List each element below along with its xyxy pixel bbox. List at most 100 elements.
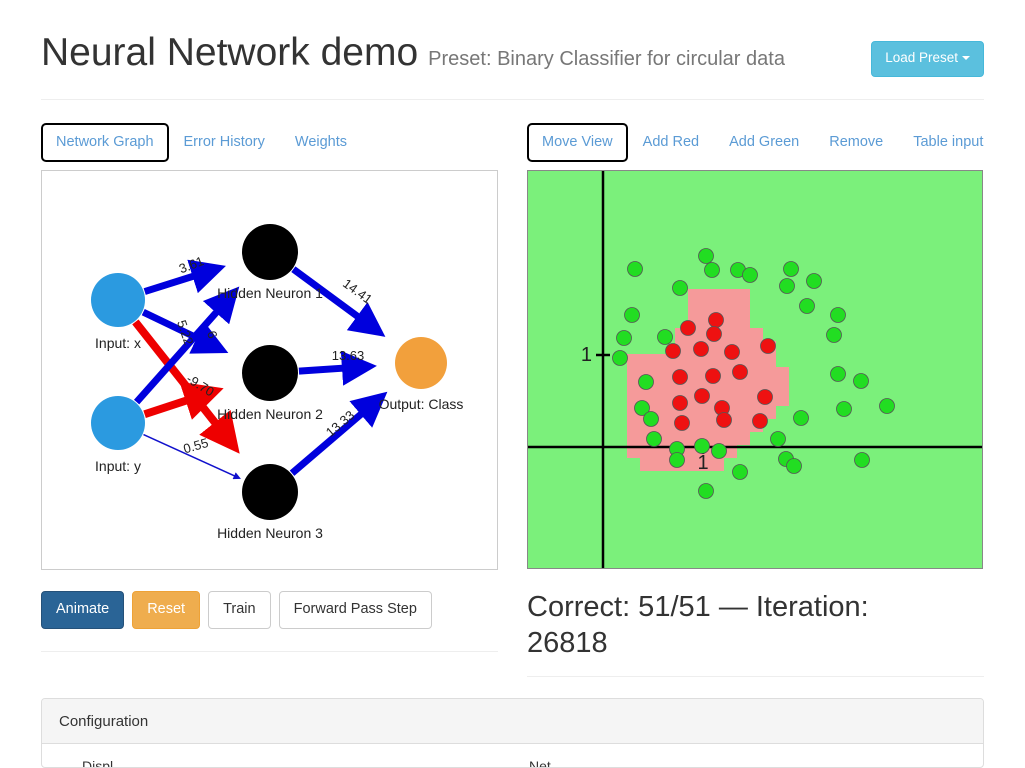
decision-plot-panel[interactable]: 11 bbox=[527, 170, 983, 569]
data-point[interactable] bbox=[643, 411, 659, 427]
data-point[interactable] bbox=[770, 431, 786, 447]
network-edge bbox=[298, 350, 377, 386]
configuration-card: Configuration Displ Net bbox=[41, 698, 984, 768]
network-graph-svg: Input: x Input: y Hidden Neuron 1 Hidden Ne… bbox=[91, 224, 463, 541]
data-point[interactable] bbox=[672, 369, 688, 385]
animate-button[interactable]: Animate bbox=[41, 591, 125, 630]
load-preset-button[interactable]: Load Preset bbox=[871, 41, 984, 77]
network-node[interactable] bbox=[242, 345, 298, 401]
data-point[interactable] bbox=[879, 398, 895, 414]
data-point[interactable] bbox=[693, 341, 709, 357]
data-point[interactable] bbox=[783, 261, 799, 277]
data-point[interactable] bbox=[711, 443, 727, 459]
network-node[interactable] bbox=[242, 224, 298, 280]
right-tab-bar: Move View Add Red Add Green Remove Table… bbox=[527, 123, 998, 163]
decision-region-cell bbox=[627, 432, 750, 445]
data-point[interactable] bbox=[680, 320, 696, 336]
tab-move-view[interactable]: Move View bbox=[527, 123, 628, 163]
data-point[interactable] bbox=[760, 338, 776, 354]
data-point[interactable] bbox=[830, 366, 846, 382]
data-point[interactable] bbox=[732, 364, 748, 380]
tab-table-input[interactable]: Table input bbox=[898, 123, 998, 162]
decision-region-cell bbox=[675, 367, 789, 380]
data-point[interactable] bbox=[669, 452, 685, 468]
network-edge-weight: 13.63 bbox=[332, 348, 365, 363]
configuration-title: Configuration bbox=[42, 699, 983, 744]
tab-add-red[interactable]: Add Red bbox=[628, 123, 714, 162]
data-point[interactable] bbox=[694, 388, 710, 404]
left-tab-bar: Network Graph Error History Weights bbox=[41, 123, 362, 163]
network-edge-weight: 14.41 bbox=[340, 276, 375, 307]
data-point[interactable] bbox=[616, 330, 632, 346]
chevron-down-icon bbox=[962, 56, 970, 61]
data-point[interactable] bbox=[826, 327, 842, 343]
network-edge-weight: 6 bbox=[204, 329, 221, 341]
page-title: Neural Network demo bbox=[41, 31, 419, 74]
train-button[interactable]: Train bbox=[208, 591, 271, 630]
decision-region-cell bbox=[688, 289, 750, 302]
data-point[interactable] bbox=[638, 374, 654, 390]
data-point[interactable] bbox=[612, 350, 628, 366]
left-column-divider bbox=[41, 651, 498, 652]
forward-pass-step-button[interactable]: Forward Pass Step bbox=[278, 591, 432, 630]
data-point[interactable] bbox=[694, 438, 710, 454]
right-column-divider bbox=[527, 676, 984, 677]
data-point[interactable] bbox=[672, 280, 688, 296]
configuration-network-label: Net bbox=[529, 758, 551, 768]
data-point[interactable] bbox=[672, 395, 688, 411]
data-point[interactable] bbox=[806, 273, 822, 289]
data-point[interactable] bbox=[665, 343, 681, 359]
data-point[interactable] bbox=[724, 344, 740, 360]
data-point[interactable] bbox=[646, 431, 662, 447]
data-point[interactable] bbox=[853, 373, 869, 389]
network-node[interactable] bbox=[242, 464, 298, 520]
decision-plot-svg: 11 bbox=[528, 171, 982, 568]
data-point[interactable] bbox=[657, 329, 673, 345]
tab-weights[interactable]: Weights bbox=[280, 123, 362, 162]
data-point[interactable] bbox=[786, 458, 802, 474]
training-controls: Animate Reset Train Forward Pass Step bbox=[41, 591, 432, 630]
data-point[interactable] bbox=[705, 368, 721, 384]
network-node-label: Hidden Neuron 2 bbox=[217, 406, 323, 422]
tab-add-green[interactable]: Add Green bbox=[714, 123, 814, 162]
data-point[interactable] bbox=[627, 261, 643, 277]
data-point[interactable] bbox=[752, 413, 768, 429]
network-nodes: Input: x Input: y Hidden Neuron 1 Hidden Ne… bbox=[91, 224, 463, 541]
network-node-label: Output: Class bbox=[379, 396, 464, 412]
network-node-label: Hidden Neuron 3 bbox=[217, 525, 323, 541]
tab-remove[interactable]: Remove bbox=[814, 123, 898, 162]
data-point[interactable] bbox=[779, 278, 795, 294]
network-edge-weight: 0.55 bbox=[182, 435, 210, 456]
x-axis-tick-label: 1 bbox=[697, 452, 708, 474]
data-point[interactable] bbox=[674, 415, 690, 431]
network-node-label: Input: x bbox=[95, 335, 141, 351]
data-point[interactable] bbox=[708, 312, 724, 328]
configuration-body: Displ Net bbox=[42, 744, 983, 768]
data-point[interactable] bbox=[716, 412, 732, 428]
data-point[interactable] bbox=[732, 464, 748, 480]
network-node-label: Hidden Neuron 1 bbox=[217, 285, 323, 301]
reset-button[interactable]: Reset bbox=[132, 591, 201, 630]
network-node-label: Input: y bbox=[95, 458, 141, 474]
data-point[interactable] bbox=[706, 326, 722, 342]
data-point[interactable] bbox=[704, 262, 720, 278]
network-graph-panel[interactable]: Input: x Input: y Hidden Neuron 1 Hidden Ne… bbox=[41, 170, 498, 570]
data-point[interactable] bbox=[757, 389, 773, 405]
app-root: Neural Network demo Preset: Binary Class… bbox=[0, 0, 1025, 768]
data-point[interactable] bbox=[742, 267, 758, 283]
data-point[interactable] bbox=[830, 307, 846, 323]
data-point[interactable] bbox=[836, 401, 852, 417]
y-axis-tick-label: 1 bbox=[581, 344, 592, 366]
data-point[interactable] bbox=[698, 483, 714, 499]
network-node[interactable] bbox=[91, 396, 145, 450]
data-point[interactable] bbox=[793, 410, 809, 426]
data-point[interactable] bbox=[854, 452, 870, 468]
network-node[interactable] bbox=[395, 337, 447, 389]
network-node[interactable] bbox=[91, 273, 145, 327]
tab-error-history[interactable]: Error History bbox=[169, 123, 280, 162]
data-point[interactable] bbox=[799, 298, 815, 314]
tab-network-graph[interactable]: Network Graph bbox=[41, 123, 169, 163]
preset-label: Preset: Binary Classifier for circular d… bbox=[428, 48, 785, 70]
data-point[interactable] bbox=[624, 307, 640, 323]
data-point[interactable] bbox=[698, 248, 714, 264]
